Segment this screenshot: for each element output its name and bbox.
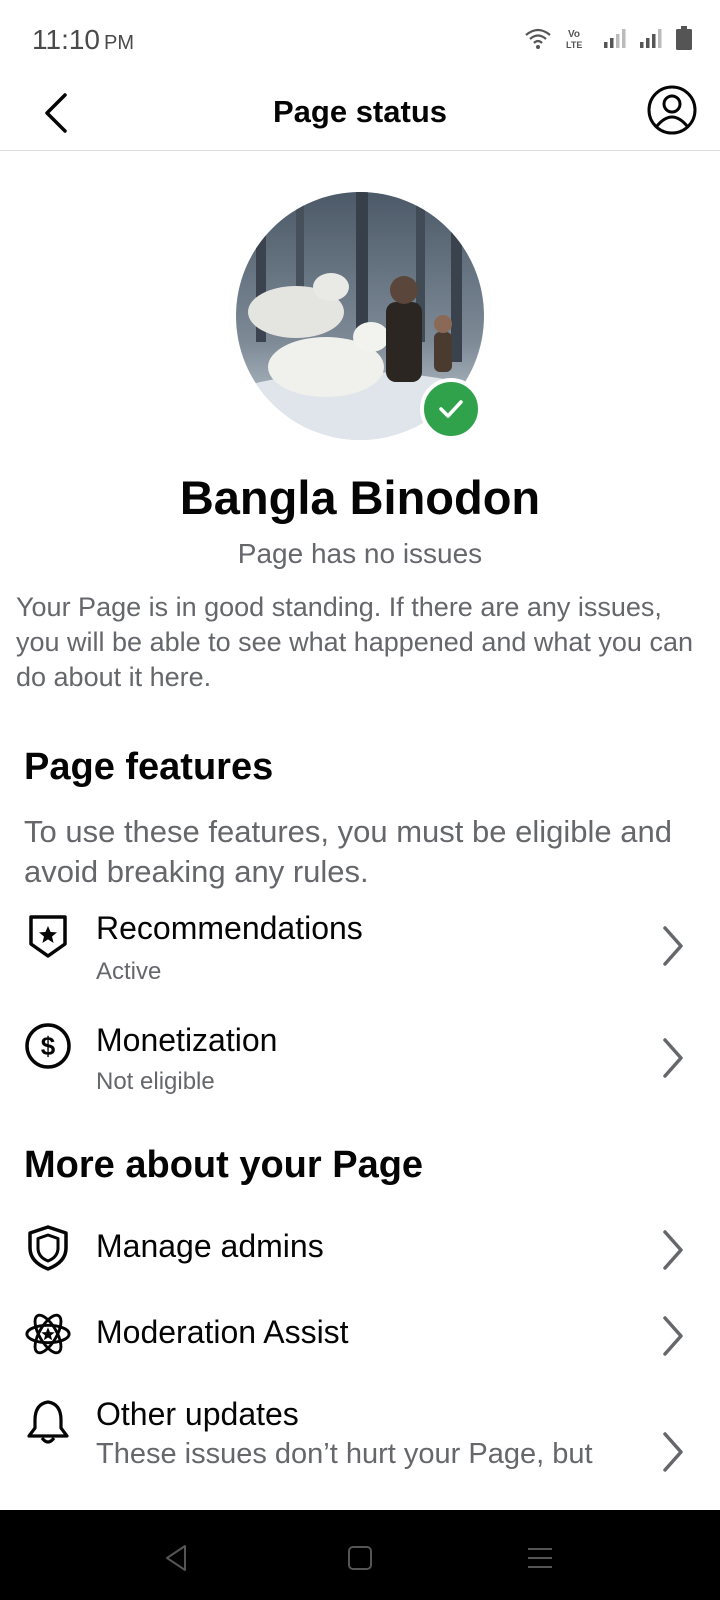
battery-icon <box>676 26 692 50</box>
signal-icon <box>604 29 626 48</box>
back-triangle-icon <box>166 1545 186 1571</box>
system-nav-bar <box>0 1510 720 1600</box>
status-time-ampm: PM <box>104 32 134 54</box>
profile-button[interactable] <box>644 82 700 138</box>
home-square-icon <box>348 1546 372 1570</box>
volte-icon: Vo LTE <box>566 29 582 49</box>
other-updates-description: These issues don’t hurt your Page, but <box>96 1438 593 1470</box>
status-time-value: 11:10 <box>32 24 100 55</box>
page-status-text: Page has no issues <box>237 538 483 569</box>
svg-text:$: $ <box>41 1031 56 1061</box>
header: Page status <box>0 80 720 151</box>
status-time: 11:10 PM <box>32 24 134 56</box>
status-bar: 11:10 PM Vo LTE <box>0 0 720 80</box>
monetization-status: Not eligible <box>96 1068 215 1095</box>
verified-badge <box>420 378 482 440</box>
page-name: Bangla Binodon <box>179 471 541 524</box>
monetization-label: Monetization <box>96 1022 278 1058</box>
moderation-assist-label: Moderation Assist <box>96 1314 349 1350</box>
page-title: Page status <box>272 94 447 129</box>
other-updates-row[interactable]: Other updates These issues don’t hurt yo… <box>0 1392 720 1510</box>
recommendations-label: Recommendations <box>96 910 363 946</box>
badge-star-icon <box>24 912 72 960</box>
manage-admins-label: Manage admins <box>96 1228 324 1264</box>
atom-star-icon <box>24 1310 72 1358</box>
profile-icon <box>647 85 697 135</box>
chevron-right-icon <box>658 922 688 970</box>
wifi-icon <box>525 28 551 49</box>
page-avatar <box>236 192 484 440</box>
svg-text:LTE: LTE <box>566 40 582 49</box>
other-updates-label: Other updates <box>96 1396 299 1432</box>
chevron-right-icon <box>658 1034 688 1082</box>
monetization-row[interactable]: $ Monetization Not eligible <box>0 1012 720 1112</box>
moderation-assist-row[interactable]: Moderation Assist <box>0 1308 720 1384</box>
signal-icon <box>640 29 662 48</box>
svg-text:Vo: Vo <box>568 29 580 40</box>
shield-icon <box>24 1224 72 1272</box>
nav-recents-button[interactable] <box>520 1538 560 1578</box>
standing-text: Your Page is in good standing. If there … <box>16 592 693 692</box>
menu-lines-icon <box>528 1548 552 1568</box>
chevron-right-icon <box>658 1312 688 1360</box>
page-features-title: Page features <box>24 746 274 788</box>
check-icon <box>439 400 463 418</box>
more-about-title: More about your Page <box>24 1144 424 1186</box>
chevron-right-icon <box>658 1226 688 1274</box>
page-features-description: To use these features, you must be eligi… <box>24 814 672 889</box>
nav-back-button[interactable] <box>156 1538 196 1578</box>
bell-icon <box>24 1398 72 1446</box>
dollar-circle-icon: $ <box>24 1022 72 1070</box>
status-icons: Vo LTE <box>524 26 692 50</box>
recommendations-row[interactable]: Recommendations Active <box>0 900 720 1000</box>
chevron-right-icon <box>658 1428 688 1476</box>
recommendations-status: Active <box>96 958 162 985</box>
nav-home-button[interactable] <box>340 1538 380 1578</box>
manage-admins-row[interactable]: Manage admins <box>0 1222 720 1298</box>
